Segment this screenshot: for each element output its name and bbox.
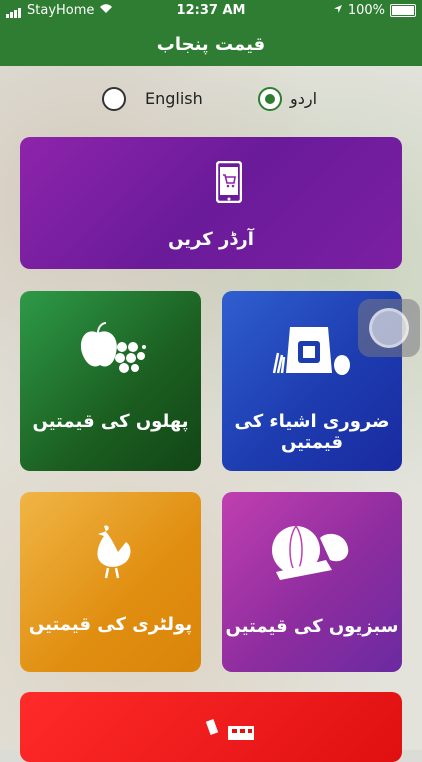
battery-icon xyxy=(390,4,416,17)
grocery-sack-icon xyxy=(270,323,354,385)
mobile-cart-icon xyxy=(215,160,243,207)
poultry-card[interactable]: پولٹری کی قیمتیں xyxy=(20,492,201,672)
fruits-label: پھلوں کی قیمتیں xyxy=(32,411,189,432)
vegetables-icon xyxy=(266,520,354,586)
assistive-touch-button[interactable] xyxy=(358,299,420,357)
essentials-label: ضروری اشیاء کی قیمتیں xyxy=(234,411,390,453)
chicken-icon xyxy=(90,522,134,584)
urdu-radio[interactable] xyxy=(258,87,282,111)
fruits-card[interactable]: پھلوں کی قیمتیں xyxy=(20,291,201,471)
order-label: آرڈر کریں xyxy=(168,229,254,250)
battery-percent: 100% xyxy=(347,3,385,18)
truck-icon xyxy=(205,718,256,748)
page-title: قیمت پنجاب xyxy=(156,33,266,55)
vegetables-card[interactable]: سبزیوں کی قیمتیں xyxy=(222,492,402,672)
fruits-icon xyxy=(78,321,146,381)
urdu-label[interactable]: اردو xyxy=(290,89,317,108)
vegetables-label: سبزیوں کی قیمتیں xyxy=(225,616,399,637)
bottom-card[interactable] xyxy=(20,692,402,762)
assistive-touch-icon xyxy=(369,308,409,348)
language-selector: English اردو xyxy=(0,84,422,116)
poultry-label: پولٹری کی قیمتیں xyxy=(28,614,193,635)
order-card[interactable]: آرڈر کریں xyxy=(20,137,402,269)
app-header: قیمت پنجاب xyxy=(0,22,422,66)
status-bar: StayHome 12:37 AM 100% xyxy=(0,0,422,22)
location-icon xyxy=(333,3,343,18)
english-label[interactable]: English xyxy=(145,89,203,108)
english-radio[interactable] xyxy=(102,87,126,111)
